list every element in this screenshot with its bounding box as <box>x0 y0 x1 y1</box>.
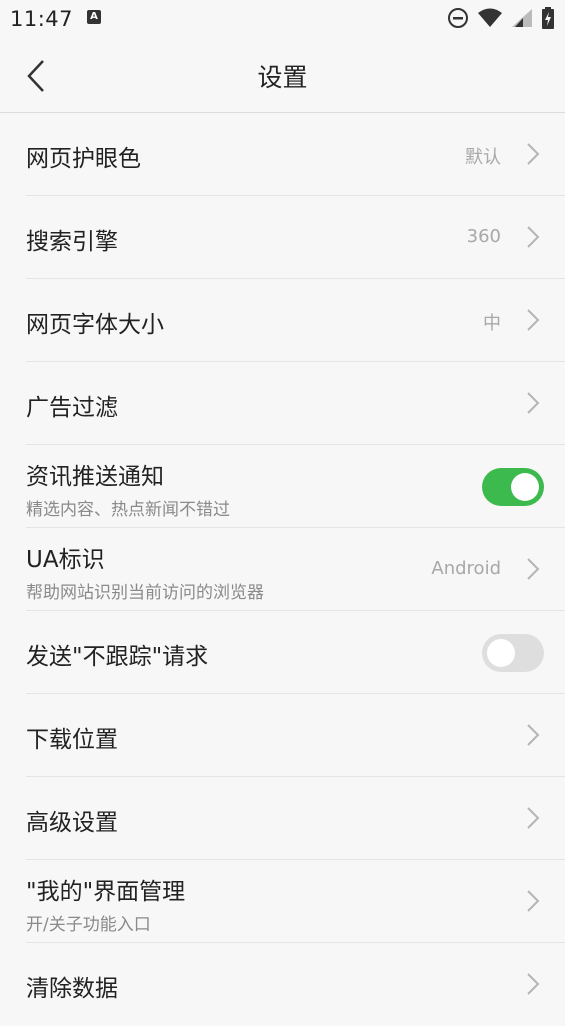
signal-icon <box>512 9 532 27</box>
chevron-right-icon <box>527 973 540 995</box>
setting-eye-protection-color[interactable]: 网页护眼色 默认 <box>0 113 565 196</box>
battery-charging-icon <box>542 7 554 29</box>
setting-description: 开/关子功能入口 <box>26 915 151 935</box>
wifi-icon <box>478 8 502 27</box>
setting-advanced[interactable]: 高级设置 <box>0 777 565 860</box>
status-bar: 11:47 A <box>0 0 565 38</box>
setting-description: 精选内容、热点新闻不错过 <box>26 500 230 520</box>
notification-icon: A <box>87 10 101 24</box>
setting-do-not-track: 发送"不跟踪"请求 <box>0 611 565 694</box>
chevron-right-icon <box>527 143 540 165</box>
setting-label: 清除数据 <box>26 976 118 1002</box>
toggle-knob <box>511 473 539 501</box>
setting-label: 下载位置 <box>26 727 118 753</box>
setting-label: UA标识 <box>26 547 105 573</box>
chevron-right-icon <box>527 558 540 580</box>
chevron-right-icon <box>527 226 540 248</box>
chevron-right-icon <box>527 392 540 414</box>
chevron-right-icon <box>527 807 540 829</box>
setting-label: 网页护眼色 <box>26 146 141 172</box>
setting-label: 广告过滤 <box>26 395 118 421</box>
chevron-right-icon <box>527 309 540 331</box>
setting-label: 搜索引擎 <box>26 229 118 255</box>
setting-font-size[interactable]: 网页字体大小 中 <box>0 279 565 362</box>
setting-my-page-management[interactable]: "我的"界面管理 开/关子功能入口 <box>0 860 565 943</box>
setting-label: 资讯推送通知 <box>26 464 164 490</box>
setting-clear-data[interactable]: 清除数据 <box>0 943 565 1026</box>
setting-ad-filter[interactable]: 广告过滤 <box>0 362 565 445</box>
setting-download-location[interactable]: 下载位置 <box>0 694 565 777</box>
news-push-toggle[interactable] <box>482 468 544 506</box>
do-not-track-toggle[interactable] <box>482 634 544 672</box>
settings-list: 网页护眼色 默认 搜索引擎 360 网页字体大小 中 广告过滤 资讯推送通知 精… <box>0 113 565 1026</box>
setting-label: 网页字体大小 <box>26 312 164 338</box>
setting-user-agent[interactable]: UA标识 帮助网站识别当前访问的浏览器 Android <box>0 528 565 611</box>
page-title: 设置 <box>257 63 308 92</box>
setting-label: "我的"界面管理 <box>26 879 186 905</box>
setting-label: 发送"不跟踪"请求 <box>26 644 209 670</box>
toggle-knob <box>487 639 515 667</box>
status-time: 11:47 <box>10 7 74 31</box>
setting-value: Android <box>431 558 501 579</box>
chevron-right-icon <box>527 724 540 746</box>
status-icons <box>447 7 555 29</box>
setting-value: 中 <box>483 313 501 334</box>
setting-value: 默认 <box>465 147 501 168</box>
setting-value: 360 <box>466 226 501 247</box>
setting-news-push: 资讯推送通知 精选内容、热点新闻不错过 <box>0 445 565 528</box>
setting-label: 高级设置 <box>26 810 118 836</box>
chevron-right-icon <box>527 890 540 912</box>
setting-search-engine[interactable]: 搜索引擎 360 <box>0 196 565 279</box>
app-header: 设置 <box>0 38 565 113</box>
setting-description: 帮助网站识别当前访问的浏览器 <box>26 583 264 603</box>
do-not-disturb-icon <box>448 8 468 28</box>
